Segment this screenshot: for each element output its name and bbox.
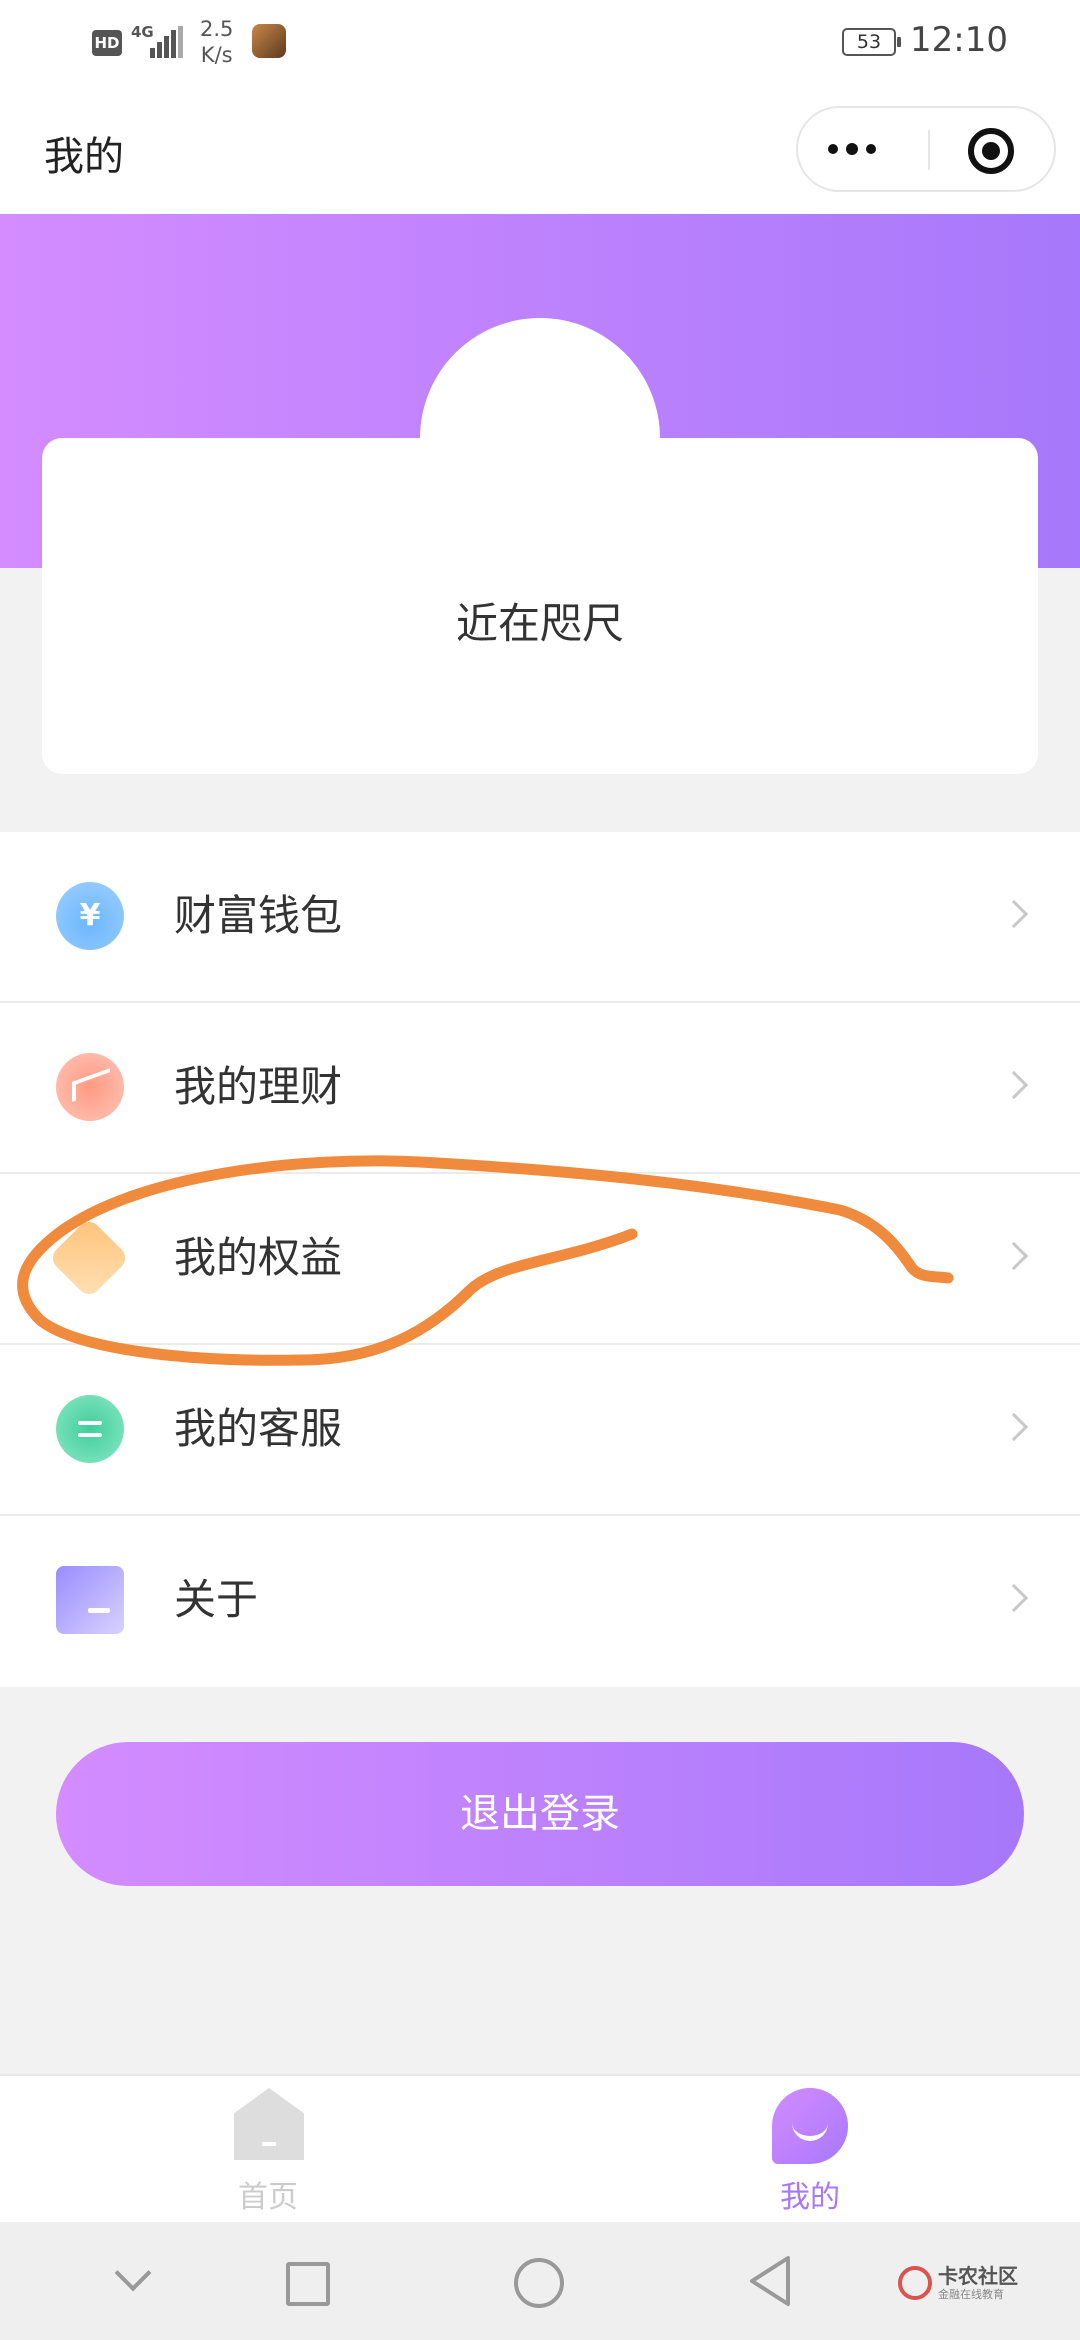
page-title: 我的 [44,134,124,180]
back-icon[interactable] [746,2254,794,2308]
speed-unit: K/s [200,43,233,67]
home-button-icon[interactable] [514,2258,564,2308]
chevron-down-icon[interactable] [114,2254,152,2292]
menu-item-label: 财富钱包 [174,891,343,940]
profile-icon [772,2088,848,2164]
user-nickname: 近在咫尺 [455,599,624,648]
about-icon [56,1566,124,1634]
speed-value: 2.5 [200,17,234,41]
menu-item-wallet[interactable]: ¥ 财富钱包 [0,832,1080,1003]
chevron-right-icon [999,899,1029,929]
system-nav-bar: 卡农社区 金融在线教育 [0,2222,1080,2340]
logout-button[interactable]: 退出登录 [56,1742,1024,1886]
service-icon [56,1395,124,1463]
wallet-icon: ¥ [56,882,124,950]
menu-item-label: 关于 [174,1575,259,1624]
tab-bar: 首页 我的 [0,2074,1080,2222]
menu-item-label: 我的权益 [174,1233,343,1282]
tab-home[interactable]: 首页 [168,2076,368,2224]
chevron-right-icon [999,1241,1029,1271]
watermark-logo-icon [898,2266,932,2300]
close-target-icon[interactable] [968,128,1014,174]
rights-icon [47,1216,131,1300]
hd-badge: HD [92,30,122,56]
app-notification-icon [252,24,286,58]
tab-me-label: 我的 [780,2180,840,2215]
recent-apps-icon[interactable] [286,2262,330,2306]
chevron-right-icon [999,1583,1029,1613]
clock: 12:10 [910,20,1008,60]
nav-bar: 我的 [0,88,1080,214]
status-bar: HD 4G 2.5 K/s 53 12:10 [0,0,1080,88]
chevron-right-icon [999,1412,1029,1442]
network-speed: 2.5 K/s [200,16,233,68]
capsule-divider [928,130,930,170]
home-icon [234,2088,304,2160]
tab-me[interactable]: 我的 [710,2076,910,2224]
finance-icon [56,1053,124,1121]
menu-item-about[interactable]: 关于 [0,1516,1080,1687]
menu-item-label: 我的理财 [174,1062,343,1111]
watermark: 卡农社区 金融在线教育 [898,2258,1038,2308]
menu-item-service[interactable]: 我的客服 [0,1345,1080,1516]
watermark-title: 卡农社区 [938,2264,1018,2288]
watermark-subtitle: 金融在线教育 [938,2288,1004,2301]
tab-home-label: 首页 [238,2180,298,2215]
signal-icon [150,26,184,58]
menu-item-finance[interactable]: 我的理财 [0,1003,1080,1174]
chevron-right-icon [999,1070,1029,1100]
menu-list: ¥ 财富钱包 我的理财 我的权益 我的客服 关于 [0,832,1080,1687]
menu-item-label: 我的客服 [174,1404,343,1453]
more-icon[interactable] [828,108,928,190]
mini-program-capsule [796,106,1056,192]
menu-item-rights[interactable]: 我的权益 [0,1174,1080,1345]
battery-icon: 53 [842,28,901,56]
